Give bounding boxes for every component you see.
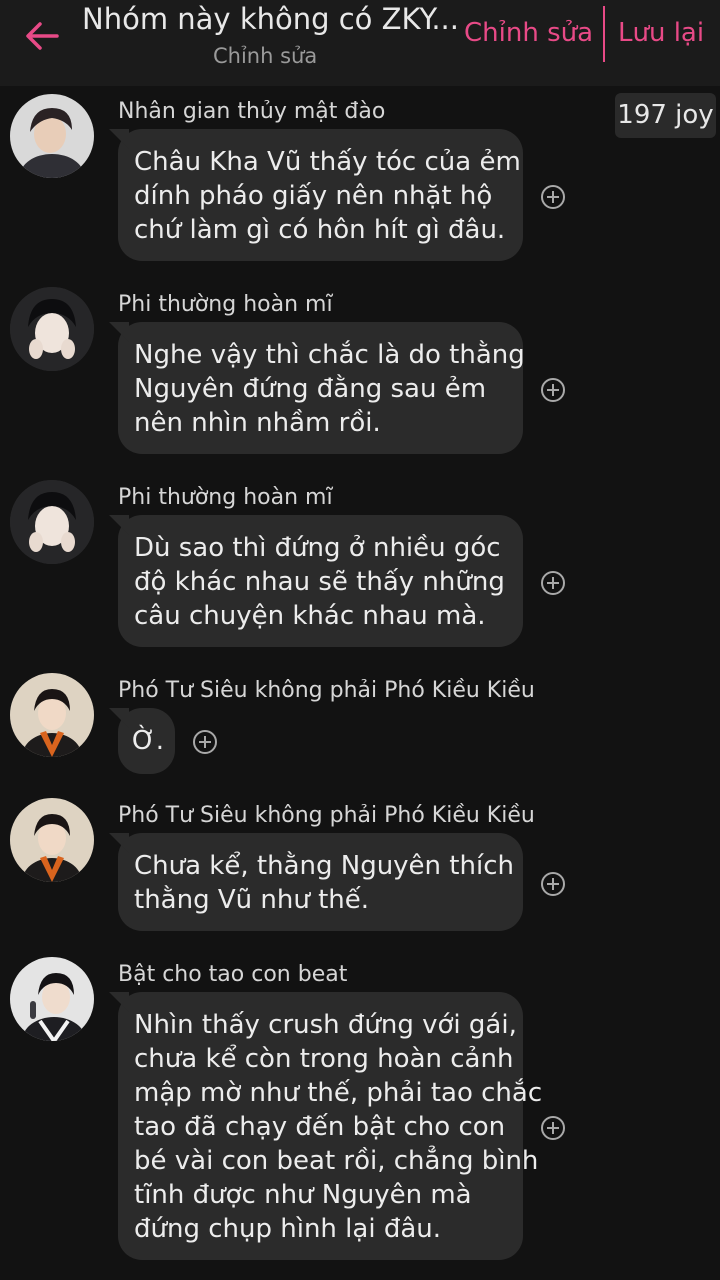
message-bubble[interactable]: Nhìn thấy crush đứng với gái, chưa kể cò… [109, 992, 543, 1260]
avatar[interactable] [10, 957, 94, 1041]
message-line: mập mờ như thế, phải tao chắc [134, 1078, 543, 1108]
avatar[interactable] [10, 673, 94, 757]
sender-name: Phó Tư Siêu không phải Phó Kiều Kiều [118, 803, 535, 828]
chat-title: Nhóm này không có ZKY... [82, 2, 459, 36]
add-reaction-icon[interactable] [540, 184, 566, 210]
edit-button[interactable]: Chỉnh sửa [464, 18, 593, 48]
message-line: tao đã chạy đến bật cho con [134, 1112, 506, 1142]
sender-name: Nhân gian thủy mật đào [118, 99, 386, 124]
message-line: câu chuyện khác nhau mà. [134, 601, 486, 631]
save-button[interactable]: Lưu lại [618, 18, 704, 48]
message-bubble[interactable]: Nghe vậy thì chắc là do thằng Nguyên đứn… [109, 322, 525, 454]
message-line: Nguyên đứng đằng sau ẻm [134, 374, 487, 404]
header-divider [603, 6, 605, 62]
back-arrow-icon [26, 22, 59, 50]
message-line: tĩnh được như Nguyên mà [134, 1180, 472, 1210]
message-line: Ờ. [132, 726, 165, 756]
message-bubble[interactable]: Dù sao thì đứng ở nhiều góc độ khác nhau… [109, 515, 523, 647]
joy-badge: 197 joy [615, 93, 716, 138]
add-reaction-icon[interactable] [540, 377, 566, 403]
message-line: chứ làm gì có hôn hít gì đâu. [134, 215, 506, 245]
add-reaction-icon[interactable] [192, 729, 218, 755]
sender-name: Phi thường hoàn mĩ [118, 485, 333, 510]
sender-name: Phi thường hoàn mĩ [118, 292, 333, 317]
chat-subtitle: Chỉnh sửa [213, 44, 318, 68]
avatar[interactable] [10, 287, 94, 371]
add-reaction-icon[interactable] [540, 1115, 566, 1141]
add-reaction-icon[interactable] [540, 570, 566, 596]
message-line: chưa kể còn trong hoàn cảnh [134, 1044, 514, 1074]
message-line: nên nhìn nhầm rồi. [134, 408, 381, 438]
message-line: dính pháo giấy nên nhặt hộ [134, 181, 493, 211]
message-line: bé vài con beat rồi, chẳng bình [134, 1146, 539, 1176]
sender-name: Phó Tư Siêu không phải Phó Kiều Kiều [118, 678, 535, 703]
message-bubble[interactable]: Ờ. [109, 708, 175, 774]
message-line: đứng chụp hình lại đâu. [134, 1214, 441, 1244]
message-line: Nhìn thấy crush đứng với gái, [134, 1010, 517, 1040]
top-bar: Nhóm này không có ZKY... Chỉnh sửa Chỉnh… [0, 0, 720, 86]
sender-name: Bật cho tao con beat [118, 962, 348, 987]
message-bubble[interactable]: Chưa kể, thằng Nguyên thích thằng Vũ như… [109, 833, 523, 931]
message-line: độ khác nhau sẽ thấy những [134, 567, 505, 597]
message-line: Châu Kha Vũ thấy tóc của ẻm [134, 147, 521, 177]
avatar[interactable] [10, 94, 94, 178]
message-line: Dù sao thì đứng ở nhiều góc [134, 533, 501, 563]
add-reaction-icon[interactable] [540, 871, 566, 897]
avatar[interactable] [10, 480, 94, 564]
message-line: thằng Vũ như thế. [134, 885, 370, 915]
message-bubble[interactable]: Châu Kha Vũ thấy tóc của ẻm dính pháo gi… [109, 129, 523, 261]
avatar[interactable] [10, 798, 94, 882]
back-button[interactable] [20, 14, 64, 58]
message-line: Nghe vậy thì chắc là do thằng [134, 340, 525, 370]
message-line: Chưa kể, thằng Nguyên thích [134, 851, 514, 881]
